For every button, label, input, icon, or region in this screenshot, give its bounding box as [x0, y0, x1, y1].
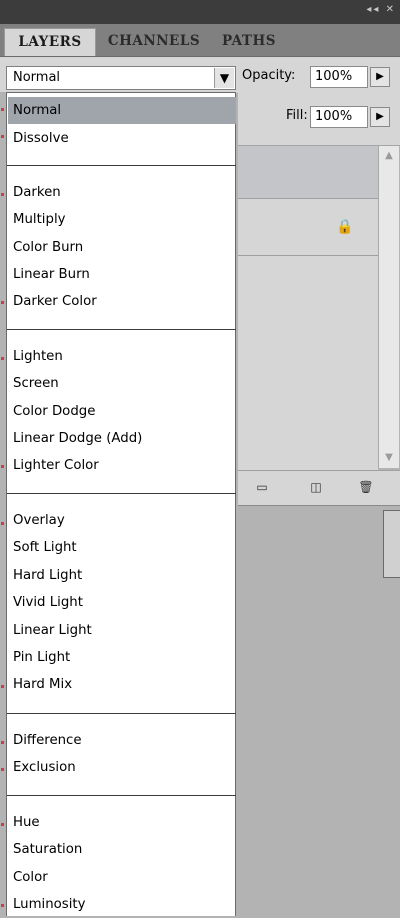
blend-mode-select[interactable]: Normal ▼: [6, 66, 236, 90]
chevron-down-icon[interactable]: ▼: [214, 68, 234, 88]
menu-separator: [7, 795, 236, 796]
new-layer-icon[interactable]: ◫: [308, 480, 324, 494]
blend-option-lighter-color[interactable]: Lighter Color: [8, 452, 236, 479]
panel-fragment: [383, 510, 400, 578]
panel-title-bar: ◂◂ ✕: [0, 0, 400, 25]
opacity-flyout-icon[interactable]: ▶: [370, 67, 390, 87]
menu-separator: [7, 165, 236, 166]
fill-flyout-icon[interactable]: ▶: [370, 107, 390, 127]
blend-option-darker-color[interactable]: Darker Color: [8, 288, 236, 315]
blend-option-overlay[interactable]: Overlay: [8, 507, 236, 534]
blend-option-lighten[interactable]: Lighten: [8, 343, 236, 370]
panel-controls: ◂◂ ✕: [366, 4, 396, 15]
folder-icon[interactable]: ▭: [254, 480, 270, 494]
tab-layers[interactable]: LAYERS: [4, 28, 96, 56]
layer-row-background[interactable]: [238, 199, 378, 256]
marker: [1, 823, 4, 826]
marker: [1, 465, 4, 468]
marker: [1, 135, 4, 138]
marker: [1, 522, 4, 525]
fill-label: Fill:: [286, 108, 308, 123]
blend-option-color[interactable]: Color: [8, 864, 236, 891]
blend-mode-dropdown: Normal Dissolve Darken Multiply Color Bu…: [6, 92, 236, 916]
marker: [1, 193, 4, 196]
blend-option-difference[interactable]: Difference: [8, 727, 236, 754]
blend-option-pin-light[interactable]: Pin Light: [8, 644, 236, 671]
blend-option-color-burn[interactable]: Color Burn: [8, 234, 236, 261]
blend-option-screen[interactable]: Screen: [8, 370, 236, 397]
tab-paths[interactable]: PATHS: [216, 28, 294, 55]
blend-option-luminosity[interactable]: Luminosity: [8, 891, 236, 918]
marker: [1, 357, 4, 360]
marker: [1, 301, 4, 304]
marker: [1, 768, 4, 771]
blend-option-dissolve[interactable]: Dissolve: [8, 125, 236, 152]
close-icon[interactable]: ✕: [386, 4, 396, 15]
tab-channels[interactable]: CHANNELS: [100, 28, 208, 55]
blend-mode-value: Normal: [13, 70, 61, 85]
opacity-label: Opacity:: [242, 68, 296, 83]
blend-option-soft-light[interactable]: Soft Light: [8, 534, 236, 561]
blend-option-linear-burn[interactable]: Linear Burn: [8, 261, 236, 288]
blend-option-exclusion[interactable]: Exclusion: [8, 754, 236, 781]
lock-icon: 🔒: [336, 219, 354, 235]
layer-row-selected[interactable]: [238, 146, 378, 199]
blend-option-linear-dodge[interactable]: Linear Dodge (Add): [8, 425, 236, 452]
scroll-up-icon[interactable]: ▲: [381, 148, 397, 164]
layers-list-empty: [238, 256, 378, 470]
menu-separator: [7, 493, 236, 494]
fill-field[interactable]: 100%: [310, 106, 368, 128]
trash-icon[interactable]: 🗑: [358, 480, 374, 494]
menu-separator: [7, 329, 236, 330]
layers-bottom-toolbar: ▭ ◫ 🗑: [238, 470, 400, 506]
blend-option-normal[interactable]: Normal: [8, 97, 236, 124]
blend-option-hue[interactable]: Hue: [8, 809, 236, 836]
marker: [1, 108, 4, 111]
blend-option-hard-mix[interactable]: Hard Mix: [8, 671, 236, 698]
blend-option-color-dodge[interactable]: Color Dodge: [8, 398, 236, 425]
marker: [1, 685, 4, 688]
marker: [1, 741, 4, 744]
blend-option-darken[interactable]: Darken: [8, 179, 236, 206]
layers-scrollbar[interactable]: ▲ ▼: [378, 146, 399, 468]
blend-option-hard-light[interactable]: Hard Light: [8, 562, 236, 589]
collapse-icon[interactable]: ◂◂: [366, 4, 380, 15]
menu-separator: [7, 713, 236, 714]
lock-fill-row: Fill: 100% ▶: [238, 93, 400, 146]
blend-option-linear-light[interactable]: Linear Light: [8, 617, 236, 644]
blend-option-vivid-light[interactable]: Vivid Light: [8, 589, 236, 616]
marker: [1, 904, 4, 907]
panel-tab-bar: LAYERS CHANNELS PATHS ▾≡: [0, 24, 400, 69]
scroll-down-icon[interactable]: ▼: [381, 450, 397, 466]
blend-option-saturation[interactable]: Saturation: [8, 836, 236, 863]
opacity-field[interactable]: 100%: [310, 66, 368, 88]
blend-option-multiply[interactable]: Multiply: [8, 206, 236, 233]
